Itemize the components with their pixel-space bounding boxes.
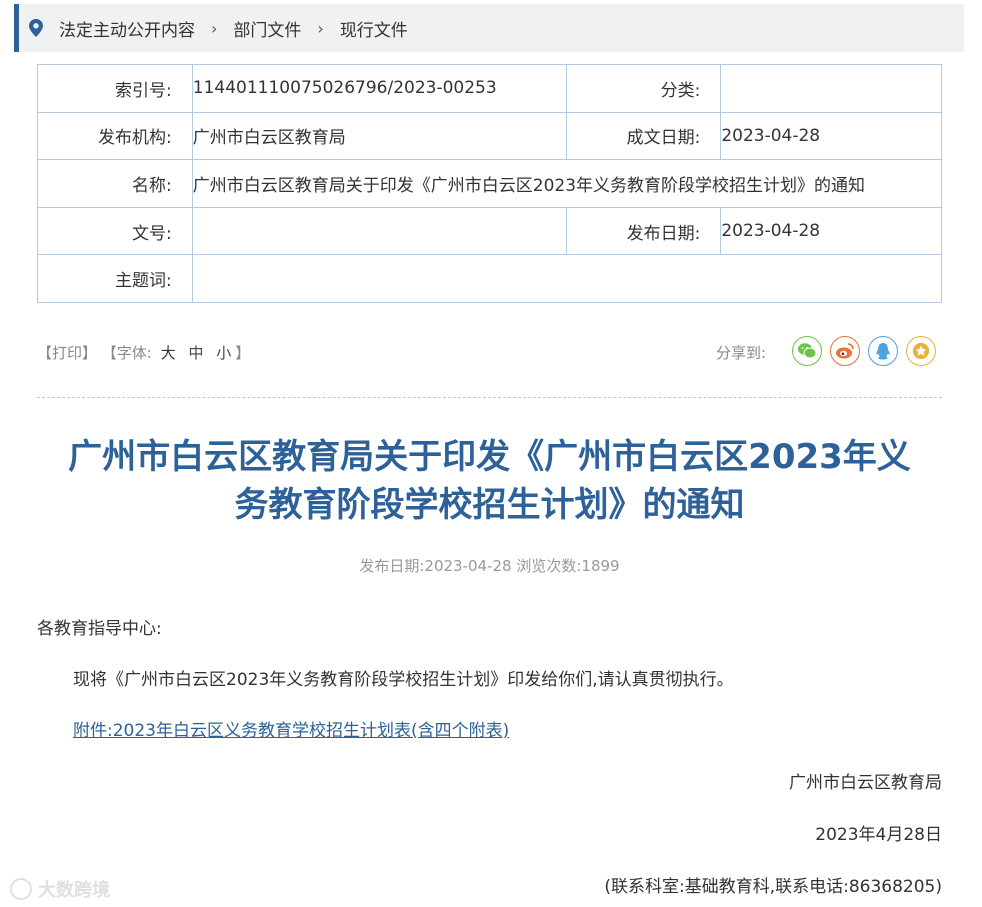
- table-row: 索引号: 114401110075026796/2023-00253 分类:: [37, 64, 942, 113]
- category-label: 分类:: [565, 64, 722, 113]
- breadcrumb-item-dept-docs[interactable]: 部门文件: [233, 16, 301, 41]
- breadcrumb-item-public-content[interactable]: 法定主动公开内容: [59, 16, 195, 41]
- salutation: 各教育指导中心:: [37, 619, 162, 639]
- pub-date-value: 2023-04-28: [720, 206, 942, 256]
- document-info-table: 索引号: 114401110075026796/2023-00253 分类: 发…: [37, 64, 943, 303]
- location-pin-icon: [29, 19, 59, 37]
- index-value: 114401110075026796/2023-00253: [191, 64, 567, 113]
- body-paragraph: 现将《广州市白云区2023年义务教育阶段学校招生计划》印发给你们,请认真贯彻执行…: [73, 670, 734, 690]
- dashed-divider: [37, 397, 942, 398]
- font-small-button[interactable]: 小: [216, 344, 231, 362]
- chevron-right-icon: ›: [317, 18, 324, 38]
- publisher-label: 发布机构:: [37, 111, 193, 161]
- font-size-prefix: 【字体:: [101, 344, 152, 362]
- watermark: 大数跨境: [10, 876, 110, 902]
- watermark-logo-icon: [10, 878, 32, 900]
- font-large-button[interactable]: 大: [161, 344, 176, 362]
- contact-info: (联系科室:基础教育科,联系电话:86368205): [604, 877, 942, 897]
- table-row: 名称: 广州市白云区教育局关于印发《广州市白云区2023年义务教育阶段学校招生计…: [37, 159, 943, 208]
- written-date-label: 成文日期:: [565, 111, 722, 161]
- weibo-icon[interactable]: [830, 336, 860, 366]
- written-date-value: 2023-04-28: [720, 111, 942, 161]
- signature-organization: 广州市白云区教育局: [789, 773, 942, 793]
- table-row: 发布机构: 广州市白云区教育局 成文日期: 2023-04-28: [37, 111, 942, 161]
- breadcrumb: 法定主动公开内容 › 部门文件 › 现行文件: [14, 4, 964, 52]
- article-title-line1: 广州市白云区教育局关于印发《广州市白云区2023年义: [68, 437, 911, 477]
- keywords-label: 主题词:: [37, 254, 193, 303]
- watermark-text: 大数跨境: [38, 880, 110, 901]
- page-tools: 【打印】 【字体: 大 中 小】: [37, 342, 250, 363]
- name-value: 广州市白云区教育局关于印发《广州市白云区2023年义务教育阶段学校招生计划》的通…: [191, 159, 943, 208]
- share-label: 分享到:: [716, 344, 767, 362]
- breadcrumb-item-current-docs[interactable]: 现行文件: [340, 16, 408, 41]
- index-label: 索引号:: [37, 64, 193, 113]
- doc-no-value: [191, 206, 567, 256]
- keywords-value: [191, 254, 943, 303]
- doc-no-label: 文号:: [37, 206, 193, 256]
- category-value: [720, 64, 942, 113]
- publish-info: 发布日期:2023-04-28 浏览次数:1899: [359, 557, 620, 575]
- article-title-line2: 务教育阶段学校招生计划》的通知: [234, 485, 745, 525]
- print-button[interactable]: 【打印】: [37, 344, 97, 362]
- pub-date-label: 发布日期:: [565, 206, 722, 256]
- publisher-value: 广州市白云区教育局: [191, 111, 567, 161]
- signature-date: 2023年4月28日: [815, 825, 942, 845]
- qq-icon[interactable]: [868, 336, 898, 366]
- table-row: 文号: 发布日期: 2023-04-28: [37, 206, 942, 256]
- chevron-right-icon: ›: [211, 18, 218, 38]
- font-size-suffix: 】: [235, 344, 251, 362]
- name-label: 名称:: [37, 159, 193, 208]
- attachment-link[interactable]: 附件:2023年白云区义务教育学校招生计划表(含四个附表): [73, 716, 509, 741]
- wechat-icon[interactable]: [792, 336, 822, 366]
- font-medium-button[interactable]: 中: [188, 344, 203, 362]
- article-title: 广州市白云区教育局关于印发《广州市白云区2023年义 务教育阶段学校招生计划》的…: [37, 433, 942, 529]
- favorite-star-icon[interactable]: [906, 336, 936, 366]
- table-row: 主题词:: [37, 254, 943, 303]
